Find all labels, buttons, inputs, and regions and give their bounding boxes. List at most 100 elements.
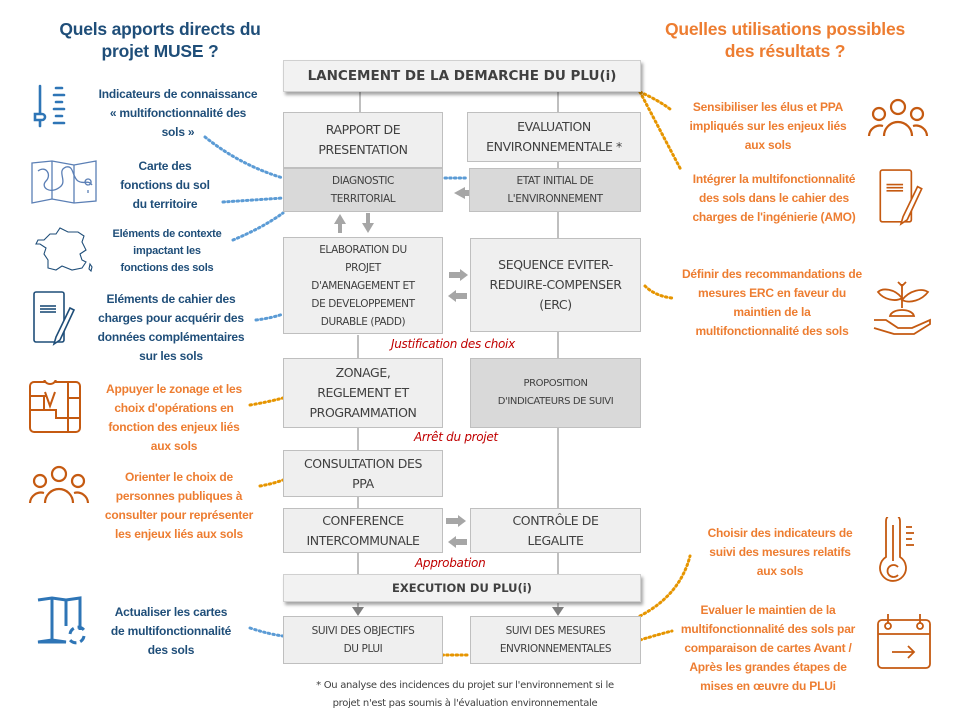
left-item-cahier: Eléments de cahier des charges pour acqu…	[86, 290, 256, 366]
hand-plant-icon	[872, 278, 934, 336]
item-line: fonctions des sols	[120, 262, 214, 274]
box-line: ENVRIONNEMENTALES	[499, 643, 612, 655]
item-line: Après les grandes étapes de	[689, 660, 847, 674]
item-line: « multifonctionnalité des	[109, 106, 247, 120]
label-approbation: Approbation	[415, 556, 486, 570]
box-diagnostic-territorial: DIAGNOSTIC TERRITORIAL	[283, 168, 443, 212]
right-item-choisir: Choisir des indicateurs de suivi des mes…	[694, 524, 866, 581]
arrow-up-padd-to-diagnostic	[334, 214, 346, 233]
box-proposition-indicateurs: PROPOSITION D'INDICATEURS DE SUIVI	[470, 358, 641, 428]
box-line: D'AMENAGEMENT ET	[311, 279, 415, 292]
item-line: multifonctionnalité des sols par	[680, 622, 856, 636]
box-line: PROGRAMMATION	[309, 405, 417, 420]
arrow-down-diagnostic-to-padd	[362, 213, 374, 233]
box-suivi-mesures: SUIVI DES MESURES ENVRIONNEMENTALES	[470, 616, 641, 664]
right-heading-line: Quelles utilisations possibles	[664, 19, 906, 39]
left-item-zonage: Appuyer le zonage et les choix d'opérati…	[92, 380, 256, 456]
arrow-left-controle-to-conference-head	[448, 536, 456, 548]
item-line: suivi des mesures relatifs	[709, 545, 851, 559]
right-heading-line: des résultats ?	[724, 41, 846, 61]
box-line: D'INDICATEURS DE SUIVI	[497, 396, 614, 407]
box-line: PRESENTATION	[318, 142, 408, 157]
box-conference-intercommunale: CONFERENCE INTERCOMMUNALE	[283, 508, 443, 553]
right-item-integrer: Intégrer la multifonctionnalité des sols…	[678, 170, 870, 227]
map-refresh-icon	[36, 596, 88, 646]
box-line: SEQUENCE EVITER-	[498, 257, 613, 272]
item-line: mesures ERC en faveur du	[698, 286, 846, 300]
box-zonage: ZONAGE, REGLEMENT ET PROGRAMMATION	[283, 358, 443, 428]
link-cahier-to-padd	[254, 312, 285, 322]
arrow-down-execution-to-mesures	[552, 607, 564, 616]
box-line: PPA	[352, 475, 374, 491]
item-line: Intégrer la multifonctionnalité	[692, 172, 856, 186]
box-line: ELABORATION DU	[319, 243, 407, 256]
item-line: Eléments de cahier des	[106, 292, 236, 306]
box-line: LEGALITE	[527, 532, 584, 548]
footnote-line: * Ou analyse des incidences du projet su…	[316, 680, 614, 691]
box-padd: ELABORATION DU PROJET D'AMENAGEMENT ET D…	[283, 237, 443, 334]
box-line: PROJET	[345, 261, 381, 274]
label-arret-projet: Arrêt du projet	[414, 430, 498, 444]
arrow-left-controle-to-conference	[456, 539, 467, 545]
link-actualiser-to-objectifs	[248, 626, 285, 638]
box-line: DIAGNOSTIC	[332, 175, 394, 187]
box-line: ENVIRONNEMENTALE *	[486, 139, 622, 154]
item-line: aux sols	[744, 138, 792, 152]
item-line: Choisir des indicateurs de	[707, 526, 853, 540]
box-controle-legalite: CONTRÔLE DE LEGALITE	[470, 508, 641, 553]
calendar-arrow-icon	[876, 612, 932, 672]
box-line: DU PLUI	[343, 643, 383, 655]
item-line: Evaluer le maintien de la	[700, 603, 836, 617]
box-line: ETAT INITIAL DE	[516, 175, 594, 187]
box-line: SUIVI DES OBJECTIFS	[311, 625, 415, 637]
item-line: des sols	[147, 643, 195, 657]
item-line: fonctions du sol	[120, 178, 210, 192]
item-line: personnes publiques à	[115, 489, 243, 503]
box-line: TERRITORIAL	[330, 193, 396, 205]
box-line: RAPPORT DE	[325, 122, 401, 137]
item-line: du territoire	[132, 197, 198, 211]
box-etat-initial: ETAT INITIAL DE L'ENVIRONNEMENT	[469, 168, 641, 212]
item-line: charges pour acquérir des	[98, 311, 244, 325]
link-consultation-to-orienter	[258, 478, 285, 488]
item-line: maintien de la	[733, 305, 811, 319]
right-item-evaluer: Evaluer le maintien de la multifonctionn…	[668, 601, 868, 696]
box-suivi-objectifs: SUIVI DES OBJECTIFS DU PLUI	[283, 616, 443, 664]
box-rapport-presentation: RAPPORT DE PRESENTATION	[283, 112, 443, 168]
left-item-indicateurs: Indicateurs de connaissance « multifonct…	[88, 85, 268, 142]
link-carte-to-diagnostic	[221, 196, 285, 204]
document-pencil-icon	[32, 290, 76, 346]
left-item-orienter: Orienter le choix de personnes publiques…	[96, 468, 262, 544]
arrow-right-padd-to-erc	[449, 272, 460, 278]
item-line: données complémentaires	[97, 330, 245, 344]
item-line: multifonctionnalité des sols	[695, 324, 849, 338]
footnote: * Ou analyse des incidences du projet su…	[270, 677, 660, 713]
link-erc-to-recommandations	[643, 284, 674, 300]
footnote-line: projet n'est pas soumis à l'évaluation e…	[332, 698, 598, 709]
item-line: sols »	[161, 125, 195, 139]
execution-arrows	[352, 607, 564, 616]
item-line: choix d'opérations en	[114, 401, 234, 415]
left-item-carte: Carte des fonctions du sol du territoire	[110, 157, 220, 214]
box-line: CONSULTATION DES	[303, 455, 423, 471]
link-launch-to-sensibiliser	[638, 90, 672, 111]
execution-banner: EXECUTION DU PLU(i)	[283, 574, 641, 602]
item-line: Sensibiliser les élus et PPA	[692, 100, 844, 114]
right-item-definir: Définir des recommandations de mesures E…	[670, 265, 874, 341]
arrow-down-execution-to-objectifs	[352, 607, 364, 616]
arrow-right-conference-to-controle-head	[458, 515, 466, 527]
item-line: Eléments de contexte	[112, 228, 222, 240]
item-line: Indicateurs de connaissance	[98, 87, 258, 101]
left-heading-line: projet MUSE ?	[101, 41, 219, 61]
item-line: Définir des recommandations de	[681, 267, 863, 281]
arrow-right-conference-to-controle	[446, 518, 458, 524]
box-line: REDUIRE-COMPENSER	[489, 277, 622, 292]
left-heading: Quels apports directs du projet MUSE ?	[40, 18, 280, 62]
right-heading: Quelles utilisations possibles des résul…	[640, 18, 930, 62]
execution-banner-text: EXECUTION DU PLU(i)	[392, 581, 532, 595]
box-line: INTERCOMMUNALE	[306, 532, 420, 548]
item-line: charges de l'ingénierie (AMO)	[692, 210, 856, 224]
item-line: Appuyer le zonage et les	[106, 382, 242, 396]
item-line: consulter pour représenter	[104, 508, 254, 522]
box-line: CONFERENCE	[322, 512, 404, 528]
